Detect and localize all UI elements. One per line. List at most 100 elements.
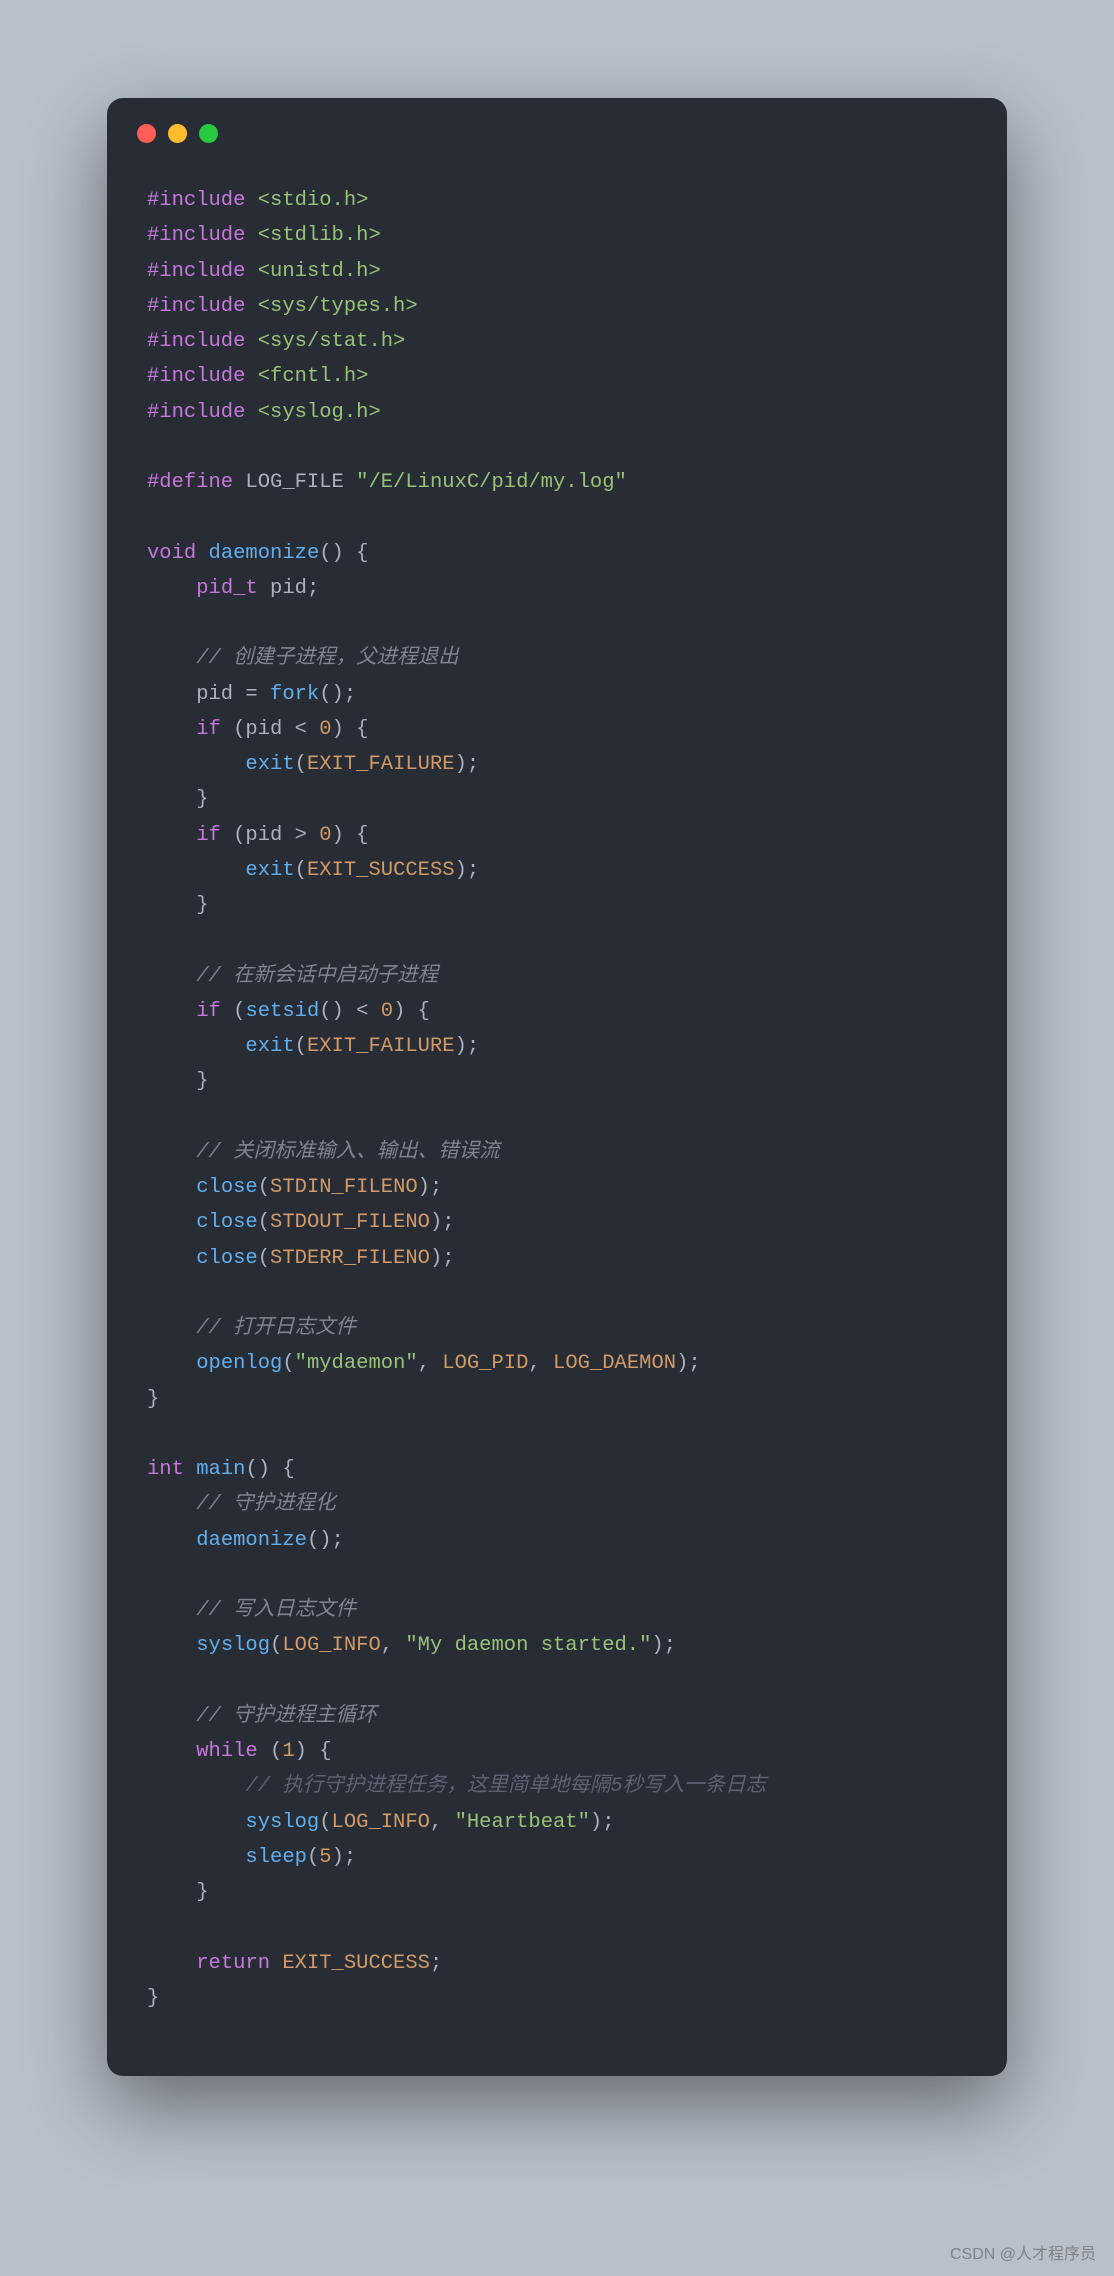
code-line: int main() { <box>147 1452 967 1487</box>
minimize-icon[interactable] <box>168 124 187 143</box>
code-line: pid = fork(); <box>147 677 967 712</box>
code-token: } <box>147 1388 159 1411</box>
code-token <box>147 1846 245 1869</box>
code-line <box>147 923 967 958</box>
code-token: () { <box>245 1458 294 1481</box>
code-line: // 写入日志文件 <box>147 1593 967 1628</box>
code-token: EXIT_FAILURE <box>307 753 455 776</box>
code-token: <stdio.h> <box>258 189 369 212</box>
code-token <box>147 1035 245 1058</box>
code-line: while (1) { <box>147 1734 967 1769</box>
maximize-icon[interactable] <box>199 124 218 143</box>
code-line: exit(EXIT_FAILURE); <box>147 1029 967 1064</box>
code-token <box>147 1952 196 1975</box>
code-token <box>147 1317 196 1340</box>
code-token: ( <box>270 1634 282 1657</box>
code-token: "My daemon started." <box>405 1634 651 1657</box>
watermark: CSDN @人才程序员 <box>950 2240 1096 2264</box>
code-token <box>147 1176 196 1199</box>
code-token: // 关闭标准输入、输出、错误流 <box>196 1141 499 1164</box>
code-line: #include <sys/types.h> <box>147 289 967 324</box>
code-line: daemonize(); <box>147 1523 967 1558</box>
code-token: daemonize <box>196 1529 307 1552</box>
code-line: void daemonize() { <box>147 536 967 571</box>
code-token: () < <box>319 1000 381 1023</box>
code-token: ( <box>295 1035 307 1058</box>
code-token <box>147 1141 196 1164</box>
code-token: <fcntl.h> <box>258 365 369 388</box>
code-line: close(STDOUT_FILENO); <box>147 1205 967 1240</box>
code-token: exit <box>245 753 294 776</box>
code-token: (); <box>307 1529 344 1552</box>
code-token: ); <box>590 1811 615 1834</box>
code-token: setsid <box>245 1000 319 1023</box>
code-token: , <box>430 1811 455 1834</box>
code-line: } <box>147 1382 967 1417</box>
code-token: void <box>147 542 196 565</box>
code-token: EXIT_SUCCESS <box>282 1952 430 1975</box>
code-line <box>147 1664 967 1699</box>
code-token: ); <box>651 1634 676 1657</box>
code-token: ); <box>430 1247 455 1270</box>
code-line: // 打开日志文件 <box>147 1311 967 1346</box>
code-token: #include <box>147 260 245 283</box>
code-token: #include <box>147 189 245 212</box>
code-token: // 打开日志文件 <box>196 1317 356 1340</box>
code-token: ); <box>430 1211 455 1234</box>
code-line: close(STDERR_FILENO); <box>147 1241 967 1276</box>
code-line: #include <fcntl.h> <box>147 359 967 394</box>
code-token: // 守护进程化 <box>196 1493 335 1516</box>
code-token <box>147 1247 196 1270</box>
code-token: if <box>196 1000 221 1023</box>
code-line: // 创建子进程，父进程退出 <box>147 641 967 676</box>
code-line: // 守护进程主循环 <box>147 1699 967 1734</box>
code-line: exit(EXIT_SUCCESS); <box>147 853 967 888</box>
code-line: openlog("mydaemon", LOG_PID, LOG_DAEMON)… <box>147 1346 967 1381</box>
code-token: } <box>147 788 209 811</box>
code-line: } <box>147 888 967 923</box>
code-token: pid_t <box>196 577 258 600</box>
code-token: } <box>147 1987 159 2010</box>
code-line: } <box>147 1064 967 1099</box>
code-token: pid = <box>147 683 270 706</box>
code-token: #include <box>147 224 245 247</box>
code-line <box>147 500 967 535</box>
code-token <box>245 365 257 388</box>
code-line <box>147 1276 967 1311</box>
code-line: #include <unistd.h> <box>147 254 967 289</box>
code-token: , <box>381 1634 406 1657</box>
code-token: ( <box>295 753 307 776</box>
code-token: ( <box>258 1247 270 1270</box>
code-token: ( <box>258 1176 270 1199</box>
code-token: EXIT_SUCCESS <box>307 859 455 882</box>
code-token: <sys/types.h> <box>258 295 418 318</box>
code-token: ( <box>295 859 307 882</box>
code-token: () { <box>319 542 368 565</box>
code-token: LOG_INFO <box>332 1811 430 1834</box>
code-line: } <box>147 782 967 817</box>
code-token: EXIT_FAILURE <box>307 1035 455 1058</box>
code-token: , <box>528 1352 553 1375</box>
code-line: #define LOG_FILE "/E/LinuxC/pid/my.log" <box>147 465 967 500</box>
code-token: "mydaemon" <box>295 1352 418 1375</box>
code-token: <syslog.h> <box>258 401 381 424</box>
code-token <box>147 1000 196 1023</box>
code-token <box>147 577 196 600</box>
code-token: #include <box>147 295 245 318</box>
code-line: #include <stdlib.h> <box>147 218 967 253</box>
code-token: "Heartbeat" <box>455 1811 590 1834</box>
code-line: syslog(LOG_INFO, "Heartbeat"); <box>147 1805 967 1840</box>
code-token: (pid > <box>221 824 319 847</box>
code-block: #include <stdio.h>#include <stdlib.h>#in… <box>107 153 1007 2026</box>
code-token: fork <box>270 683 319 706</box>
code-token: // 创建子进程，父进程退出 <box>196 647 458 670</box>
code-token: ); <box>332 1846 357 1869</box>
code-token: #define <box>147 471 233 494</box>
code-token: ); <box>455 753 480 776</box>
code-token: main <box>196 1458 245 1481</box>
close-icon[interactable] <box>137 124 156 143</box>
code-line: if (pid > 0) { <box>147 818 967 853</box>
code-line: // 守护进程化 <box>147 1487 967 1522</box>
code-token: ) { <box>295 1740 332 1763</box>
code-token: if <box>196 718 221 741</box>
